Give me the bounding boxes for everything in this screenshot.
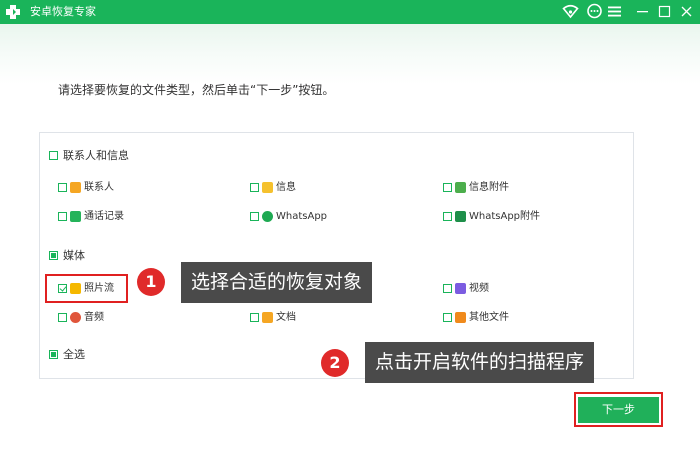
wifi-icon[interactable] [562,3,579,20]
title-bar: 安卓恢复专家 [0,0,700,24]
star-photo-icon [70,283,81,294]
app-logo-icon [6,5,20,19]
contact-label: 联系人 [84,182,114,193]
whatsapp-checkbox[interactable] [250,212,259,221]
select-all-checkbox[interactable] [49,350,58,359]
whatsapp-attachment-checkbox[interactable] [443,212,452,221]
message-icon[interactable] [586,3,603,20]
header-background [0,24,700,84]
phone-icon [70,211,81,222]
instruction-text: 请选择要恢复的文件类型，然后单击“下一步”按钮。 [58,83,335,97]
photo-stream-checkbox[interactable] [58,284,67,293]
other-files-checkbox[interactable] [443,313,452,322]
maximize-icon[interactable] [656,3,673,20]
whatsapp-attachment-icon [455,211,466,222]
menu-icon[interactable] [606,3,623,20]
close-icon[interactable] [678,3,695,20]
media-section-label: 媒体 [63,249,85,262]
audio-checkbox[interactable] [58,313,67,322]
audio-label: 音频 [84,312,104,323]
step-1-badge: 1 [137,268,165,296]
contacts-section-label: 联系人和信息 [63,149,129,162]
call-log-label: 通话记录 [84,211,124,222]
whatsapp-icon [262,211,273,222]
contact-checkbox[interactable] [58,183,67,192]
minimize-icon[interactable] [634,3,651,20]
other-files-label: 其他文件 [469,312,509,323]
message-attachment-checkbox[interactable] [443,183,452,192]
message-type-icon [262,182,273,193]
video-label: 视频 [469,283,489,294]
whatsapp-label: WhatsApp [276,211,328,222]
app-title: 安卓恢复专家 [30,5,96,18]
folder-icon [262,312,273,323]
media-section-checkbox[interactable] [49,251,58,260]
next-button[interactable]: 下一步 [578,397,659,423]
contact-icon [70,182,81,193]
contacts-section-checkbox[interactable] [49,151,58,160]
photo-stream-label: 照片流 [84,283,114,294]
message-attachment-label: 信息附件 [469,182,509,193]
call-log-checkbox[interactable] [58,212,67,221]
paperclip-icon [455,182,466,193]
step-2-badge: 2 [321,349,349,377]
step-2-callout: 点击开启软件的扫描程序 [365,342,595,383]
select-all-label: 全选 [63,348,85,361]
video-checkbox[interactable] [443,284,452,293]
message-checkbox[interactable] [250,183,259,192]
document-checkbox[interactable] [250,313,259,322]
music-icon [70,312,81,323]
video-icon [455,283,466,294]
whatsapp-attachment-label: WhatsApp附件 [469,211,541,222]
step-1-callout: 选择合适的恢复对象 [181,262,373,303]
document-label: 文档 [276,312,296,323]
document-icon [455,312,466,323]
message-label: 信息 [276,182,296,193]
